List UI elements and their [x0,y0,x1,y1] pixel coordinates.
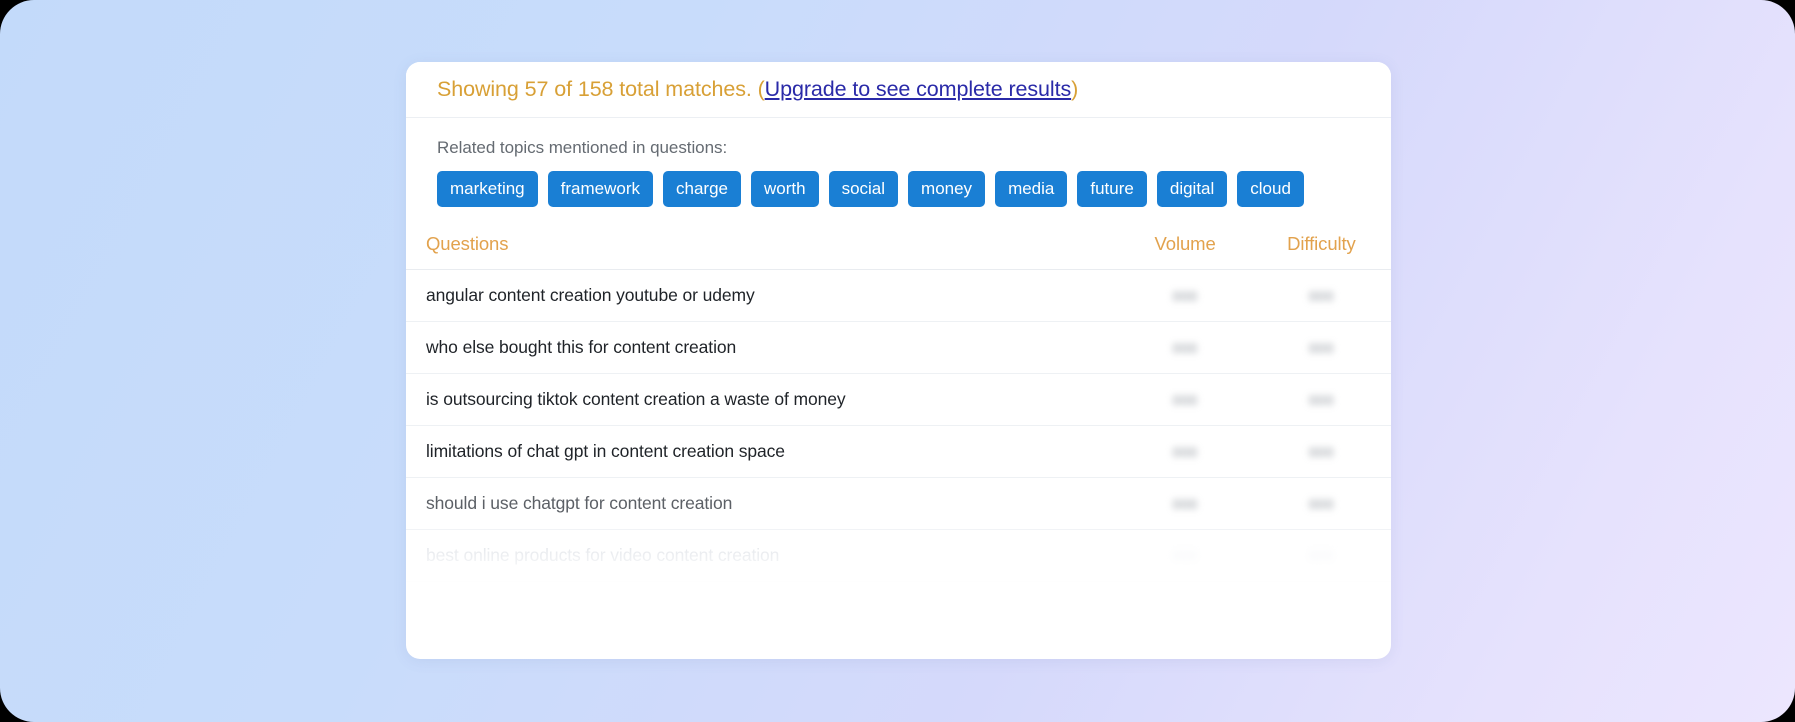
difficulty-cell: 000 [1251,269,1391,322]
column-header-volume[interactable]: Volume [1118,233,1252,270]
questions-table: Questions Volume Difficulty angular cont… [406,233,1391,582]
related-topics-section: Related topics mentioned in questions: m… [406,118,1391,213]
column-header-difficulty[interactable]: Difficulty [1252,233,1391,270]
showing-matches-text: Showing 57 of 158 total matches. [437,77,752,101]
difficulty-cell: 000 [1251,529,1391,582]
question-cell: limitations of chat gpt in content creat… [406,425,1119,478]
difficulty-value-obscured: 000 [1309,548,1334,564]
question-cell: angular content creation youtube or udem… [406,269,1119,322]
table-row[interactable]: who else bought this for content creatio… [406,321,1391,374]
table-row[interactable]: should i use chatgpt for content creatio… [406,477,1391,530]
questions-table-head: Questions Volume Difficulty [406,233,1391,270]
topic-tag-list: marketing framework charge worth social … [437,171,1317,207]
volume-cell: 000 [1118,321,1252,374]
question-cell: who else bought this for content creatio… [406,321,1119,374]
results-summary-header: Showing 57 of 158 total matches. (Upgrad… [406,62,1391,118]
question-cell: best online products for video content c… [406,529,1119,582]
difficulty-value-obscured: 000 [1309,392,1334,408]
upgrade-link[interactable]: Upgrade to see complete results [765,77,1072,101]
question-cell: is outsourcing tiktok content creation a… [406,373,1119,426]
topic-tag-media[interactable]: media [995,171,1068,207]
table-row[interactable]: angular content creation youtube or udem… [406,269,1391,322]
topic-tag-framework[interactable]: framework [547,171,653,207]
topic-tag-social[interactable]: social [828,171,899,207]
difficulty-cell: 000 [1251,321,1391,374]
topic-tag-digital[interactable]: digital [1156,171,1228,207]
search-results-card: Showing 57 of 158 total matches. (Upgrad… [406,62,1391,659]
table-row[interactable]: best online products for video content c… [406,529,1391,582]
volume-cell: 000 [1118,425,1252,478]
close-paren: ) [1071,77,1079,101]
results-summary-line: Showing 57 of 158 total matches. (Upgrad… [437,77,1078,102]
topic-tag-worth[interactable]: worth [750,171,819,207]
difficulty-value-obscured: 000 [1309,288,1334,304]
difficulty-cell: 000 [1251,477,1391,530]
difficulty-value-obscured: 000 [1309,340,1334,356]
topic-tag-charge[interactable]: charge [663,171,741,207]
column-header-questions[interactable]: Questions [406,233,1118,270]
table-row[interactable]: is outsourcing tiktok content creation a… [406,373,1391,426]
topic-tag-money[interactable]: money [908,171,986,207]
volume-cell: 000 [1118,477,1252,530]
topic-tag-marketing[interactable]: marketing [437,171,538,207]
open-paren: ( [757,77,765,101]
question-cell: should i use chatgpt for content creatio… [406,477,1119,530]
questions-table-wrapper: Questions Volume Difficulty angular cont… [406,233,1391,582]
topic-tag-cloud[interactable]: cloud [1237,171,1304,207]
difficulty-value-obscured: 000 [1309,444,1334,460]
volume-value-obscured: 000 [1172,288,1198,304]
questions-table-body: angular content creation youtube or udem… [406,269,1391,582]
difficulty-cell: 000 [1251,425,1391,478]
topic-tag-future[interactable]: future [1077,171,1147,207]
related-topics-caption: Related topics mentioned in questions: [437,138,728,157]
volume-cell: 000 [1118,529,1252,582]
app-screen: Showing 57 of 158 total matches. (Upgrad… [0,0,1795,722]
volume-value-obscured: 000 [1172,496,1198,512]
difficulty-value-obscured: 000 [1309,496,1334,512]
volume-value-obscured: 000 [1172,340,1198,356]
volume-cell: 000 [1118,373,1252,426]
volume-value-obscured: 000 [1172,548,1198,564]
difficulty-cell: 000 [1251,373,1391,426]
volume-value-obscured: 000 [1172,444,1198,460]
volume-value-obscured: 000 [1172,392,1198,408]
table-header-row: Questions Volume Difficulty [406,233,1391,270]
table-row[interactable]: limitations of chat gpt in content creat… [406,425,1391,478]
volume-cell: 000 [1118,269,1252,322]
